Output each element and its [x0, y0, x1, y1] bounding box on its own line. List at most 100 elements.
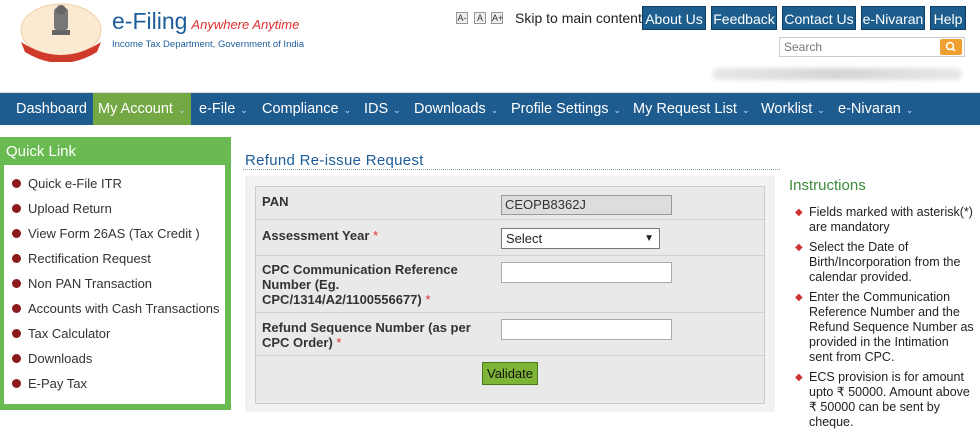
bullet-icon	[12, 329, 21, 339]
nav-my-account[interactable]: My Account ⌄	[93, 93, 191, 125]
quick-link-item[interactable]: Downloads	[12, 351, 92, 371]
chevron-down-icon: ⌄	[905, 105, 914, 115]
label-line: CPC Communication Reference	[262, 262, 458, 277]
assessment-year-select[interactable]: Select ▼	[501, 228, 660, 249]
refund-seq-label: Refund Sequence Number (as per CPC Order)…	[262, 320, 471, 350]
label-line: CPC Order)	[262, 335, 333, 350]
instruction-line: Enter the Communication	[809, 290, 951, 304]
nav-compliance[interactable]: Compliance ⌄	[262, 93, 351, 125]
font-decrease-button[interactable]: A-	[456, 12, 468, 24]
user-info-blurred	[712, 68, 962, 80]
quick-link-item[interactable]: Non PAN Transaction	[12, 276, 152, 296]
nav-label: Dashboard	[16, 101, 87, 117]
label-text: Assessment Year	[262, 228, 370, 243]
instruction-line: Reference Number and the	[809, 305, 960, 319]
bullet-icon: ◆	[795, 292, 803, 303]
emblem-logo-icon	[20, 3, 102, 62]
quick-link-label: Tax Calculator	[28, 326, 111, 341]
quick-link-label: Downloads	[28, 351, 93, 366]
quick-link-list: Quick e-File ITR Upload Return View Form…	[4, 165, 225, 404]
instruction-line: are mandatory	[809, 220, 890, 234]
cpc-ref-row: CPC Communication Reference Number (Eg. CP…	[256, 256, 764, 313]
quick-link-label: Accounts with Cash Transactions	[28, 301, 220, 316]
refund-seq-input[interactable]	[501, 319, 672, 340]
quick-link-item[interactable]: Rectification Request	[12, 251, 151, 271]
quick-link-label: Rectification Request	[28, 251, 151, 266]
bullet-icon: ◆	[795, 207, 803, 218]
quick-link-label: Upload Return	[28, 201, 112, 216]
brand-tagline: Anywhere Anytime	[191, 17, 300, 32]
quick-link-item[interactable]: Upload Return	[12, 201, 112, 221]
bullet-icon	[12, 204, 21, 214]
bullet-icon	[12, 354, 21, 364]
chevron-down-icon: ⌄	[177, 105, 186, 115]
pan-value: CEOPB8362J	[501, 195, 672, 215]
nav-downloads[interactable]: Downloads ⌄	[414, 93, 498, 125]
nav-my-request-list[interactable]: My Request List ⌄	[633, 93, 750, 125]
chevron-down-icon: ⌄	[393, 105, 401, 115]
assessment-year-row: Assessment Year * Select ▼	[256, 220, 764, 256]
chevron-down-icon: ⌄	[817, 105, 825, 115]
pan-row: PAN CEOPB8362J	[256, 187, 764, 220]
quick-link-item[interactable]: E-Pay Tax	[12, 376, 87, 396]
site-header: e-Filing Anywhere Anytime Income Tax Depa…	[0, 0, 980, 93]
chevron-down-icon: ⌄	[490, 105, 499, 115]
instruction-line: ₹ 50000 can be sent by	[809, 400, 940, 414]
cpc-ref-input[interactable]	[501, 262, 672, 283]
contact-us-button[interactable]: Contact Us	[782, 6, 856, 30]
select-value: Select	[506, 231, 543, 246]
required-mark: *	[373, 228, 379, 243]
quick-link-item[interactable]: Tax Calculator	[12, 326, 110, 346]
label-line: CPC/1314/A2/1100556677)	[262, 292, 422, 307]
refund-form: PAN CEOPB8362J Assessment Year * Select ▼…	[245, 176, 775, 412]
e-nivaran-button[interactable]: e-Nivaran	[861, 6, 925, 30]
feedback-button[interactable]: Feedback	[711, 6, 777, 30]
quick-link-title: Quick Link	[6, 143, 77, 160]
required-mark: *	[336, 335, 342, 350]
search-box	[779, 37, 965, 57]
required-mark: *	[425, 292, 431, 307]
skip-to-content-link[interactable]: Skip to main content	[515, 10, 642, 26]
nav-label: e-Nivaran	[838, 101, 901, 117]
nav-worklist[interactable]: Worklist ⌄	[761, 93, 825, 125]
font-normal-button[interactable]: A	[474, 12, 486, 24]
instruction-line: cheque.	[809, 415, 854, 429]
nav-label: My Request List	[633, 101, 737, 117]
label-line: Refund Sequence Number (as per	[262, 320, 471, 335]
assessment-year-label: Assessment Year *	[262, 228, 378, 243]
nav-label: e-File	[199, 101, 236, 117]
nav-label: Compliance	[262, 101, 339, 117]
quick-link-item[interactable]: Accounts with Cash Transactions	[12, 301, 219, 321]
instruction-line: calendar provided.	[809, 270, 912, 284]
cpc-ref-label: CPC Communication Reference Number (Eg. CP…	[262, 262, 458, 307]
chevron-down-icon: ⌄	[741, 105, 750, 115]
about-us-button[interactable]: About Us	[642, 6, 706, 30]
nav-profile-settings[interactable]: Profile Settings ⌄	[511, 93, 621, 125]
nav-label: My Account	[98, 101, 173, 117]
brand: e-Filing Anywhere Anytime Income Tax Depa…	[112, 8, 304, 50]
instruction-line: Refund Sequence Number as	[809, 320, 974, 334]
nav-label: Profile Settings	[511, 101, 609, 117]
nav-label: IDS	[364, 101, 389, 117]
instructions-title: Instructions	[789, 177, 866, 194]
quick-link-item[interactable]: View Form 26AS (Tax Credit )	[12, 226, 200, 246]
bullet-icon	[12, 229, 21, 239]
nav-dashboard[interactable]: Dashboard	[16, 93, 87, 125]
validate-button[interactable]: Validate	[482, 362, 538, 385]
quick-link-label: View Form 26AS (Tax Credit )	[28, 226, 200, 241]
help-button[interactable]: Help	[930, 6, 966, 30]
brand-subtitle: Income Tax Department, Government of Ind…	[112, 39, 305, 50]
instruction-item: ◆ Select the Date of Birth/Incorporation f…	[795, 240, 979, 285]
nav-ids[interactable]: IDS ⌄	[364, 93, 401, 125]
title-divider	[243, 169, 780, 170]
nav-e-file[interactable]: e-File ⌄	[199, 93, 248, 125]
font-increase-button[interactable]: A+	[491, 12, 503, 24]
instruction-line: upto ₹ 50000. Amount above	[809, 385, 970, 399]
search-button[interactable]	[940, 39, 962, 55]
quick-link-item[interactable]: Quick e-File ITR	[12, 176, 122, 196]
search-input[interactable]	[780, 38, 940, 56]
nav-e-nivaran[interactable]: e-Nivaran ⌄	[838, 93, 913, 125]
quick-link-label: Non PAN Transaction	[28, 276, 153, 291]
bullet-icon	[12, 254, 21, 264]
main-nav: Dashboard My Account ⌄ e-File ⌄ Compliance…	[0, 93, 980, 125]
